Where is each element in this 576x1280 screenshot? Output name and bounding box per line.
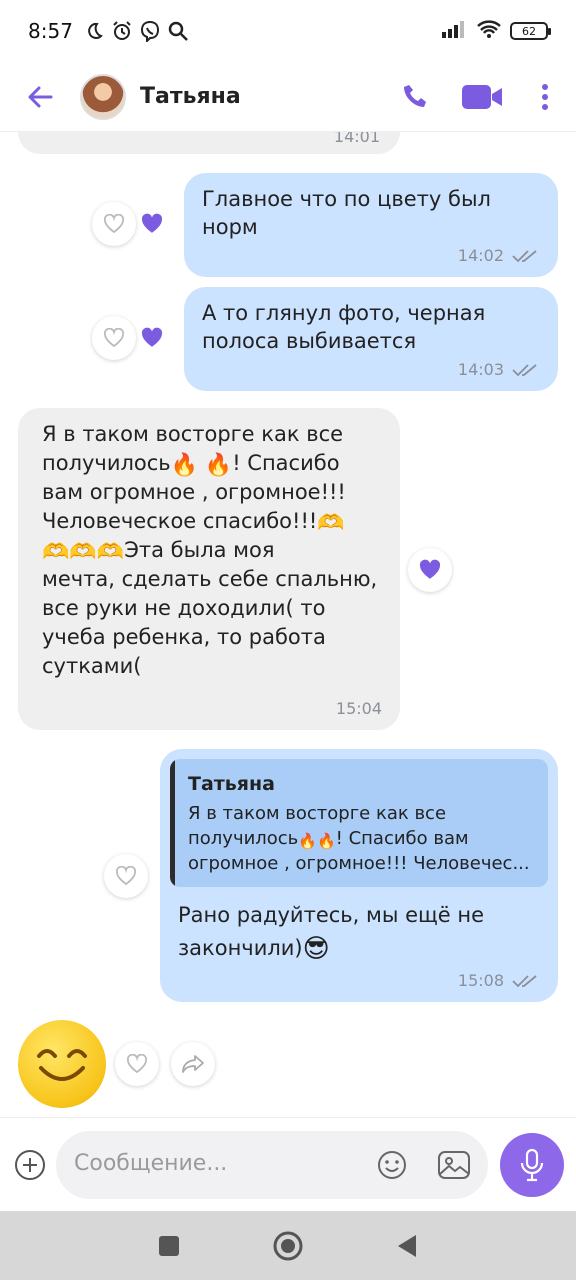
message-time: 14:03 [457,360,504,379]
message-time: 14:02 [457,246,504,265]
call-button[interactable] [388,69,444,125]
voice-message-button[interactable] [500,1133,564,1197]
message-line: Я в таком восторге как все [42,422,344,446]
like-button[interactable] [92,202,136,246]
double-check-icon [512,249,537,262]
message-line: получилось [42,451,171,475]
quoted-message[interactable]: Татьяна Я в таком восторге как все получ… [170,759,548,887]
message-line: ! Спасибо [232,451,340,475]
message-list[interactable]: 14:01 Главное что по цвету был норм 14:0… [0,132,576,1117]
moon-icon [81,18,107,44]
home-button[interactable] [266,1224,310,1268]
avatar[interactable] [80,73,126,120]
smiley-icon [378,1151,406,1179]
gallery-icon [438,1151,470,1179]
quote-line: ! Спасибо вам [335,828,469,849]
heart-hands-emoji-icon: 🫶 [69,540,97,565]
message-line: закончили) [178,936,303,960]
reaction-button[interactable] [408,548,452,592]
message-time: 15:08 [457,971,504,990]
purple-heart-icon[interactable] [139,213,165,235]
heart-outline-icon [103,328,125,348]
double-check-icon [512,363,537,376]
double-check-icon [512,974,537,987]
heart-outline-icon [126,1054,148,1074]
smiling-face-emoji[interactable] [18,1020,106,1108]
heart-hands-emoji-icon: 🫶 [42,540,70,565]
like-button[interactable] [104,854,148,898]
forward-share-icon [182,1055,204,1073]
message-line: мечта, сделать себе спальню, [42,567,378,591]
purple-heart-icon [419,559,441,579]
message-time: 15:04 [335,699,382,718]
back-nav-button[interactable] [385,1224,429,1268]
message-time: 14:01 [333,132,380,146]
fire-emoji-icon: 🔥🔥 [298,832,336,850]
quote-line: получилось [188,828,299,849]
heart-outline-icon [115,866,137,886]
heart-outline-icon [103,214,125,234]
contact-name[interactable]: Татьяна [140,84,241,109]
back-arrow-icon [28,86,53,107]
more-vertical-icon [542,83,548,110]
status-time: 8:57 [28,19,73,43]
message-line: Человеческое спасибо!!! [42,509,318,533]
quote-author: Татьяна [188,773,275,795]
like-button[interactable] [115,1042,159,1086]
viber-icon [137,18,163,44]
heart-hands-emoji-icon: 🫶 [96,540,125,565]
gallery-button[interactable] [436,1147,472,1183]
search-icon [165,18,191,44]
quote-line: Я в таком восторге как все [188,803,447,824]
back-button[interactable] [20,77,60,117]
system-nav-bar [0,1211,576,1280]
wifi-icon [476,19,502,43]
recents-button[interactable] [147,1224,191,1268]
phone-icon [404,84,426,107]
battery-level: 62 [522,24,536,38]
attach-button[interactable] [14,1149,46,1181]
message-text: Главное что по цвету был норм [202,187,491,239]
quote-bar [170,759,175,887]
recents-square-icon [159,1235,180,1256]
home-circle-icon [273,1231,303,1260]
back-triangle-icon [397,1234,416,1257]
heart-hands-emoji-icon: 🫶 [317,511,345,536]
message-input-placeholder: Сообщение... [74,1151,228,1176]
fire-emoji-icon: 🔥 [170,453,199,478]
like-button[interactable] [92,316,136,360]
message-input[interactable]: Сообщение... [56,1131,488,1199]
fire-emoji-icon: 🔥 [204,453,233,478]
message-line: сутками( [42,654,142,678]
purple-heart-icon[interactable] [139,327,165,349]
message-text: А то глянул фото, черная полоса выбивает… [202,301,486,353]
message-bubble-outgoing[interactable]: Главное что по цвету был норм 14:02 [184,173,558,277]
message-bubble-outgoing[interactable]: Татьяна Я в таком восторге как все получ… [160,749,558,1002]
video-camera-icon [462,84,502,109]
message-bubble-outgoing[interactable]: А то глянул фото, черная полоса выбивает… [184,287,558,391]
quote-line: огромное , огромное!!! Человечес... [188,853,530,874]
status-bar: 8:57 62 [0,0,576,62]
forward-button[interactable] [171,1042,215,1086]
alarm-icon [109,18,135,44]
microphone-icon [520,1148,544,1182]
emoji-button[interactable] [374,1147,410,1183]
chat-header: Татьяна [0,62,576,132]
message-bubble-incoming[interactable]: Я в таком восторге как все получилось🔥 🔥… [18,408,400,730]
more-options-button[interactable] [520,69,570,125]
message-line: вам огромное , огромное!!! [42,480,346,504]
video-call-button[interactable] [444,69,520,125]
message-line: Эта была моя [124,538,275,562]
sunglasses-emoji-icon: 😎 [302,934,330,964]
plus-icon [15,1150,45,1180]
signal-icon [440,20,468,42]
message-line: Рано радуйтесь, мы ещё не [178,903,485,927]
battery-icon: 62 [510,22,551,40]
message-line: учеба ребенка, то работа [42,625,326,649]
message-bubble-incoming[interactable]: 14:01 [18,132,400,154]
message-composer: Сообщение... [0,1117,576,1211]
message-line: все руки не доходили( то [42,596,326,620]
